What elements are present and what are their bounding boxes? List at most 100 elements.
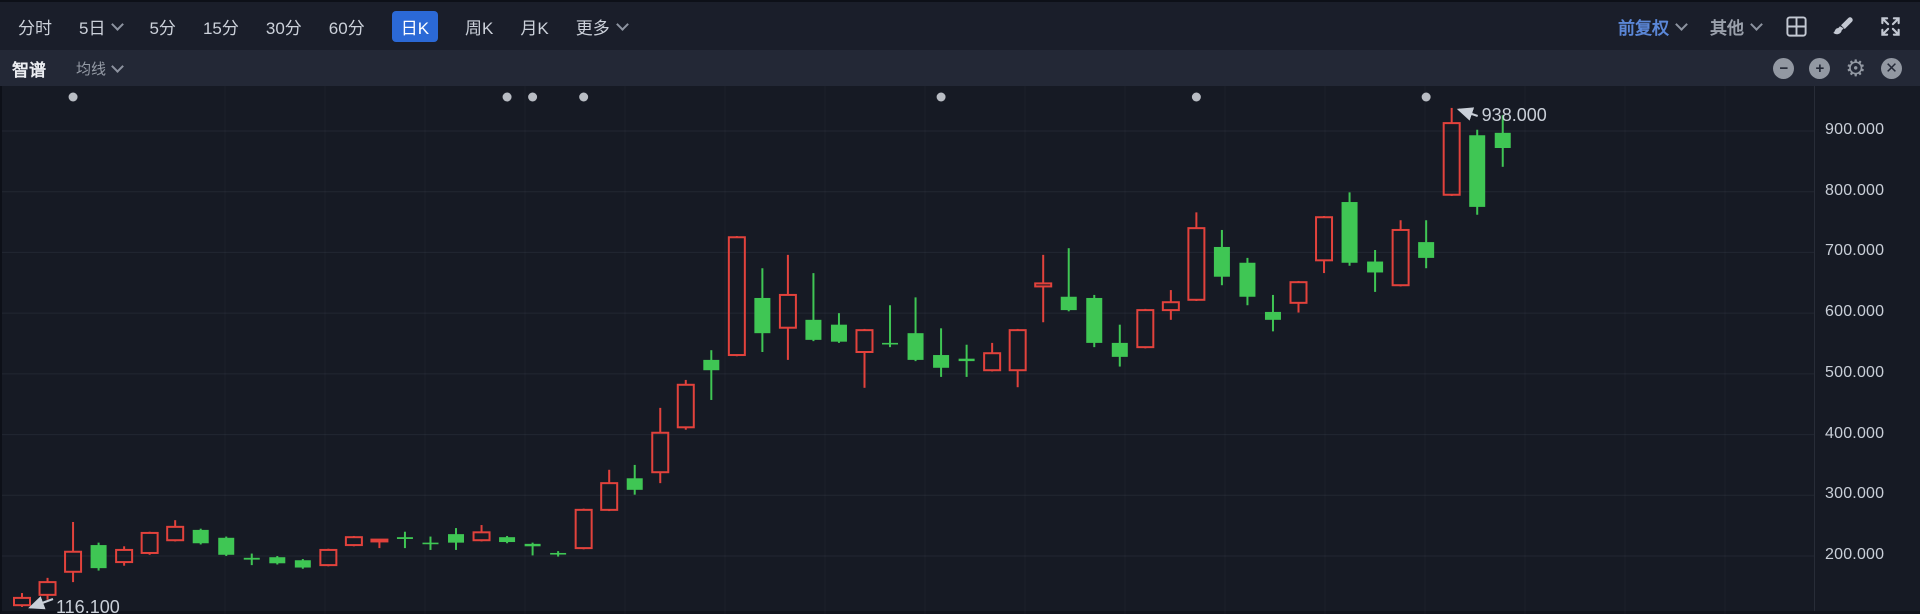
candle[interactable]	[13, 593, 31, 607]
candle[interactable]	[64, 522, 83, 583]
candle[interactable]	[38, 577, 57, 600]
grid-layout-icon[interactable]	[1785, 15, 1808, 38]
candle[interactable]	[958, 344, 975, 377]
brush-icon[interactable]	[1832, 15, 1855, 38]
period-tab-label: 月K	[520, 18, 549, 38]
candle[interactable]	[574, 508, 593, 550]
candle[interactable]	[396, 531, 413, 549]
candle[interactable]	[1391, 220, 1410, 287]
event-dot[interactable]	[579, 92, 589, 102]
candle[interactable]	[1367, 250, 1384, 292]
candle[interactable]	[727, 236, 746, 357]
price-axis: 900.000 800.000 700.000 600.000 500.000 400.0…	[1814, 86, 1920, 611]
period-tab-7[interactable]: 周K	[465, 14, 493, 39]
chevron-down-icon	[615, 17, 629, 31]
period-tab-label: 周K	[465, 18, 494, 38]
candle[interactable]	[600, 469, 619, 512]
candle[interactable]	[907, 297, 924, 362]
ma-dropdown[interactable]: 均线	[76, 58, 124, 79]
candle[interactable]	[1239, 257, 1256, 306]
event-dot[interactable]	[68, 92, 78, 102]
candle[interactable]	[499, 535, 516, 544]
event-dot[interactable]	[528, 92, 538, 102]
candle[interactable]	[855, 328, 874, 388]
period-tab-0[interactable]: 分时	[18, 14, 52, 39]
fullscreen-icon[interactable]	[1879, 15, 1902, 38]
chart-controls: − + ⚙ ✕	[1773, 56, 1908, 80]
candle[interactable]	[448, 528, 465, 550]
candle[interactable]	[294, 559, 311, 569]
candle[interactable]	[778, 254, 797, 360]
period-tab-6[interactable]: 日K	[391, 10, 439, 42]
candle[interactable]	[90, 542, 107, 571]
candle[interactable]	[754, 268, 771, 352]
candle[interactable]	[243, 553, 260, 566]
candle[interactable]	[1469, 129, 1486, 215]
event-dot[interactable]	[502, 92, 512, 102]
candle[interactable]	[933, 328, 950, 377]
max-price-annotation: 938.000	[1482, 105, 1547, 125]
candle[interactable]	[1034, 254, 1053, 323]
symbol-name: 智谱	[12, 60, 46, 80]
period-tabs: 分时 5日 5分 15分 30分 60分 日K 周K 月K 更多	[18, 10, 629, 42]
candle[interactable]	[1187, 212, 1206, 301]
period-tab-label: 日K	[400, 18, 430, 38]
candle[interactable]	[1418, 220, 1435, 269]
other-label: 其他	[1710, 18, 1744, 38]
toolbar-right: 前复权 其他	[1618, 14, 1902, 39]
chevron-down-icon	[111, 59, 124, 73]
candle[interactable]	[830, 313, 847, 343]
candle[interactable]	[703, 350, 720, 400]
candle[interactable]	[1264, 294, 1281, 332]
candle[interactable]	[344, 535, 363, 547]
event-dot[interactable]	[936, 92, 946, 102]
candle[interactable]	[218, 536, 235, 556]
candle[interactable]	[1341, 192, 1358, 266]
candle[interactable]	[676, 379, 695, 430]
candle[interactable]	[805, 273, 822, 342]
period-toolbar: 分时 5日 5分 15分 30分 60分 日K 周K 月K 更多 前复权 其他	[0, 0, 1920, 50]
period-tab-5[interactable]: 60分	[329, 14, 365, 39]
period-tab-3[interactable]: 15分	[203, 14, 239, 39]
candle[interactable]	[1315, 216, 1334, 274]
candle[interactable]	[370, 538, 389, 549]
candle[interactable]	[192, 528, 209, 545]
event-dot[interactable]	[1191, 92, 1201, 102]
candle[interactable]	[140, 531, 159, 555]
candle[interactable]	[1213, 229, 1230, 286]
candle[interactable]	[1289, 280, 1308, 313]
candle[interactable]	[269, 556, 286, 565]
candle[interactable]	[626, 464, 643, 495]
candlestick-chart[interactable]: 938.000 116.100 900.000 800.000 700.000 600.…	[0, 86, 1920, 614]
close-icon[interactable]: ✕	[1881, 57, 1902, 79]
candle[interactable]	[882, 305, 899, 348]
event-dot[interactable]	[1421, 92, 1431, 102]
price-tick-label: 500.000	[1825, 363, 1885, 381]
candle[interactable]	[166, 520, 185, 542]
candle[interactable]	[472, 525, 491, 542]
period-tab-label: 15分	[202, 18, 239, 38]
period-tab-9[interactable]: 更多	[576, 14, 629, 39]
settings-icon[interactable]: ⚙	[1845, 56, 1866, 80]
period-tab-label: 5分	[149, 18, 176, 38]
candle[interactable]	[524, 542, 541, 556]
period-tab-8[interactable]: 月K	[520, 14, 548, 39]
candle[interactable]	[1086, 294, 1103, 348]
candle[interactable]	[1136, 308, 1155, 349]
zoom-out-icon[interactable]: −	[1773, 57, 1795, 79]
chart-canvas[interactable]: 938.000 116.100	[2, 86, 1920, 614]
other-dropdown[interactable]: 其他	[1710, 14, 1763, 39]
candle[interactable]	[1442, 107, 1461, 196]
zoom-in-icon[interactable]: +	[1809, 57, 1831, 79]
period-tab-1[interactable]: 5日	[79, 14, 125, 39]
period-tab-2[interactable]: 5分	[149, 14, 175, 39]
candle[interactable]	[1161, 290, 1180, 320]
period-tab-4[interactable]: 30分	[266, 14, 302, 39]
candle[interactable]	[1060, 248, 1077, 312]
adjust-mode-dropdown[interactable]: 前复权	[1618, 14, 1688, 39]
candle[interactable]	[651, 407, 670, 484]
price-tick-label: 200.000	[1825, 546, 1885, 563]
candle[interactable]	[1008, 328, 1027, 388]
candle[interactable]	[983, 342, 1002, 372]
candle[interactable]	[319, 548, 338, 567]
